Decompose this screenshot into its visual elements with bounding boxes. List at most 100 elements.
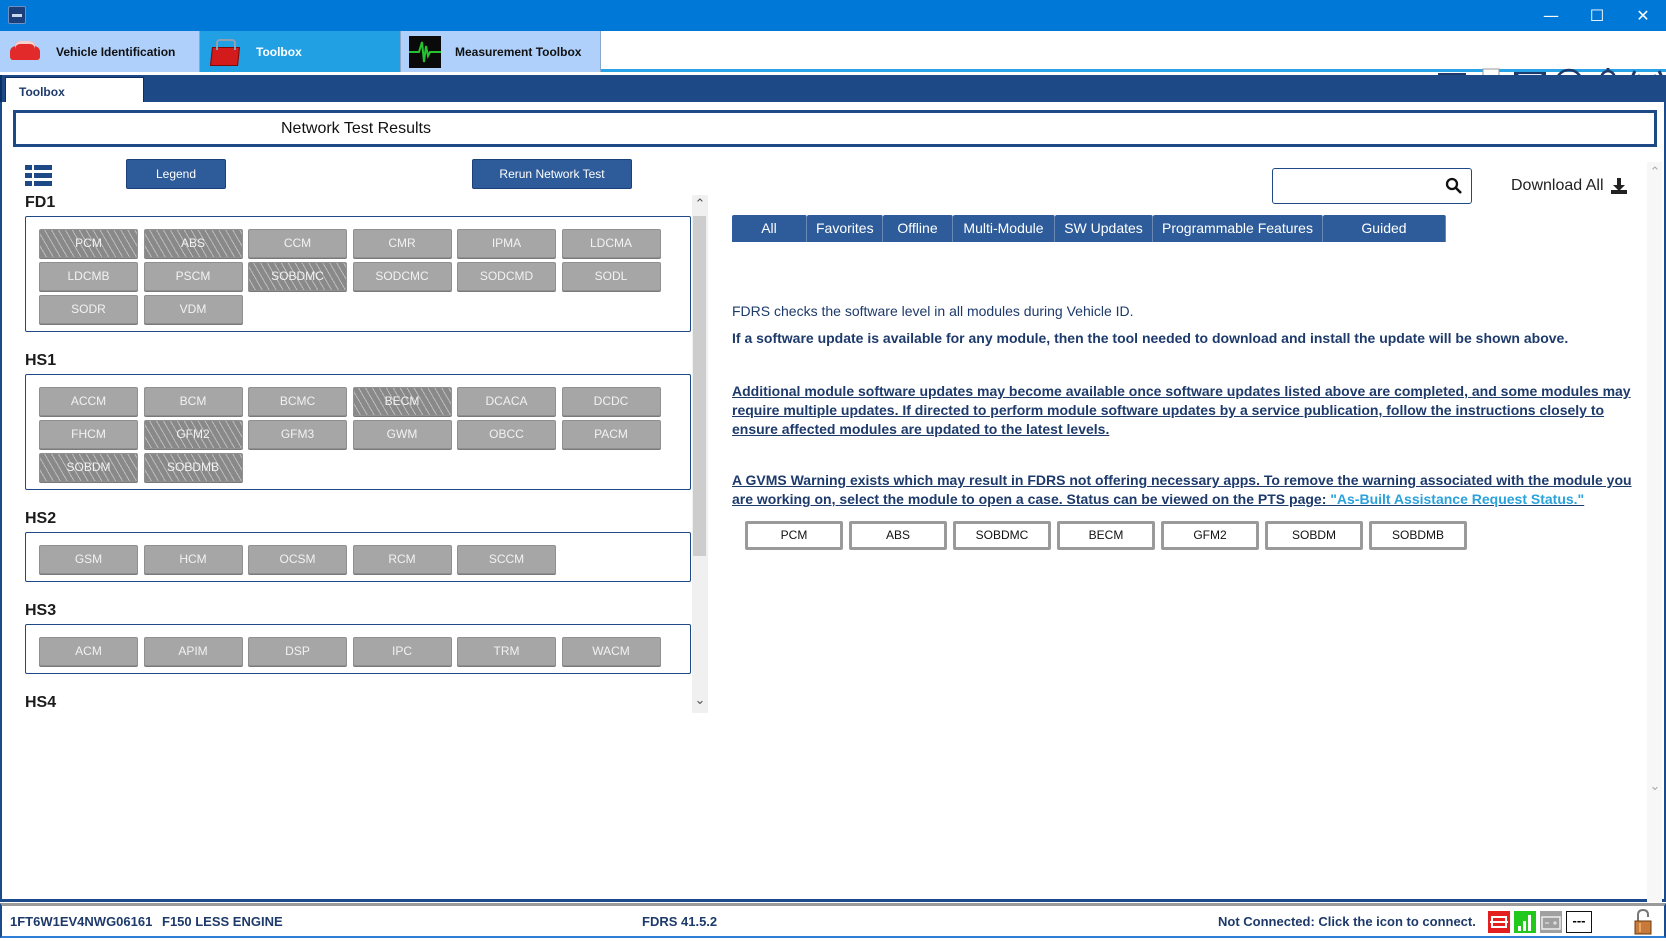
module-button-rcm[interactable]: RCM (352, 545, 452, 574)
tab-favorites[interactable]: Favorites (807, 215, 883, 242)
module-button-ipma[interactable]: IPMA (457, 229, 556, 258)
search-input[interactable] (1279, 175, 1439, 197)
module-button-dcaca[interactable]: DCACA (457, 387, 556, 416)
module-button-bcm[interactable]: BCM (143, 387, 243, 416)
module-button-becm[interactable]: BECM (352, 387, 452, 416)
scroll-up-arrow[interactable]: ⌃ (1647, 165, 1663, 181)
signal-icon (1514, 911, 1536, 933)
module-button-gfm2[interactable]: GFM2 (143, 420, 243, 449)
module-button-sobdmb[interactable]: SOBDMB (143, 453, 243, 482)
tab-programmable-features[interactable]: Programmable Features (1153, 215, 1323, 242)
module-button-dsp[interactable]: DSP (248, 637, 347, 666)
module-button-ldcmb[interactable]: LDCMB (39, 262, 138, 291)
category-tabs: All Favorites Offline Multi-Module SW Update… (732, 215, 1446, 263)
info-text: FDRS checks the software level in all mo… (732, 303, 1134, 319)
module-button-cmr[interactable]: CMR (352, 229, 452, 258)
tab-sw-updates[interactable]: SW Updates (1055, 215, 1153, 242)
module-button-gsm[interactable]: GSM (39, 545, 138, 574)
right-panel-scrollbar[interactable]: ⌃ ⌄ (1647, 162, 1662, 902)
module-button-trm[interactable]: TRM (457, 637, 556, 666)
scroll-down-arrow[interactable]: ⌄ (1647, 779, 1663, 795)
gvms-module-button-gfm2[interactable]: GFM2 (1161, 521, 1259, 550)
network-label-fd1: FD1 (25, 194, 56, 211)
download-all-button[interactable]: Download All (1511, 177, 1628, 195)
module-button-pcm[interactable]: PCM (39, 229, 138, 258)
module-button-dcdc[interactable]: DCDC (561, 387, 661, 416)
module-button-sobdm[interactable]: SOBDM (39, 453, 138, 482)
tab-measurement-toolbox[interactable]: Measurement Toolbox (401, 31, 601, 72)
module-button-ccm[interactable]: CCM (248, 229, 347, 258)
network-label-hs2: HS2 (25, 510, 57, 527)
scroll-thumb[interactable] (693, 216, 706, 556)
download-all-label: Download All (1511, 177, 1604, 194)
module-button-ipc[interactable]: IPC (352, 637, 452, 666)
gvms-module-button-abs[interactable]: ABS (849, 521, 947, 550)
minimize-button[interactable]: — (1528, 0, 1574, 31)
module-button-gwm[interactable]: GWM (352, 420, 452, 449)
lock-icon[interactable] (1632, 908, 1654, 936)
tab-multi-module[interactable]: Multi-Module (953, 215, 1055, 242)
additional-updates-link[interactable]: Additional module software updates may b… (732, 382, 1647, 439)
network-label-hs4: HS4 (25, 694, 57, 711)
module-button-sodl[interactable]: SODL (561, 262, 661, 291)
gvms-module-button-becm[interactable]: BECM (1057, 521, 1155, 550)
network-group-fd1: PCM ABS CCM CMR IPMA LDCMA LDCMB PSCM SOBDMC SODC… (25, 216, 691, 332)
network-label-hs1: HS1 (25, 352, 57, 369)
tab-offline[interactable]: Offline (883, 215, 953, 242)
search-field[interactable] (1272, 168, 1472, 204)
search-icon[interactable] (1445, 177, 1463, 195)
module-button-sodcmc[interactable]: SODCMC (352, 262, 452, 291)
module-button-gfm3[interactable]: GFM3 (248, 420, 347, 449)
module-button-pacm[interactable]: PACM (561, 420, 661, 449)
module-button-vdm[interactable]: VDM (143, 295, 243, 324)
scroll-up-arrow[interactable]: ⌃ (692, 197, 708, 213)
content-area: Network Test Results Legend Rerun Networ… (0, 102, 1666, 902)
module-button-bcmc[interactable]: BCMC (248, 387, 347, 416)
tab-vehicle-identification[interactable]: Vehicle Identification (0, 31, 200, 72)
module-button-sobdmc[interactable]: SOBDMC (248, 262, 347, 291)
vehicle-description: F150 LESS ENGINE (162, 914, 283, 929)
module-button-sccm[interactable]: SCCM (457, 545, 556, 574)
rerun-network-test-button[interactable]: Rerun Network Test (472, 159, 632, 189)
close-button[interactable]: ✕ (1620, 0, 1666, 31)
tab-guided-routines[interactable]: Guided Routines (1323, 215, 1446, 263)
module-button-abs[interactable]: ABS (143, 229, 243, 258)
gvms-module-button-sobdmb[interactable]: SOBDMB (1369, 521, 1467, 550)
fdrs-app-icon (8, 6, 26, 24)
gvms-module-button-pcm[interactable]: PCM (745, 521, 843, 550)
module-button-wacm[interactable]: WACM (561, 637, 661, 666)
module-button-sodr[interactable]: SODR (39, 295, 138, 324)
module-button-acm[interactable]: ACM (39, 637, 138, 666)
subtab-toolbox[interactable]: Toolbox (5, 77, 144, 102)
page-title: Network Test Results (281, 120, 431, 137)
tab-all[interactable]: All (732, 215, 807, 242)
module-button-obcc[interactable]: OBCC (457, 420, 556, 449)
legend-button[interactable]: Legend (126, 159, 226, 189)
vin: 1FT6W1EV4NWG06161 (10, 914, 153, 929)
module-button-apim[interactable]: APIM (143, 637, 243, 666)
module-button-hcm[interactable]: HCM (143, 545, 243, 574)
module-button-pscm[interactable]: PSCM (143, 262, 243, 291)
module-button-fhcm[interactable]: FHCM (39, 420, 138, 449)
scroll-down-arrow[interactable]: ⌄ (692, 693, 708, 709)
tab-toolbox[interactable]: Toolbox (200, 31, 401, 72)
as-built-status-link[interactable]: "As-Built Assistance Request Status." (1326, 491, 1584, 507)
module-button-sodcmd[interactable]: SODCMD (457, 262, 556, 291)
toolbox-icon (208, 37, 242, 67)
module-button-ocsm[interactable]: OCSM (248, 545, 347, 574)
info-text-bold: If a software update is available for an… (732, 330, 1569, 346)
gvms-module-button-sobdm[interactable]: SOBDM (1265, 521, 1363, 550)
network-group-hs3: ACM APIM DSP IPC TRM WACM (25, 624, 691, 674)
module-button-ldcma[interactable]: LDCMA (561, 229, 661, 258)
network-label-hs3: HS3 (25, 602, 57, 619)
vci-disconnected-icon[interactable] (1488, 911, 1510, 933)
network-group-hs2: GSM HCM OCSM RCM SCCM (25, 532, 691, 582)
module-button-accm[interactable]: ACCM (39, 387, 138, 416)
module-list-scrollbar[interactable]: ⌃ ⌄ (692, 195, 708, 713)
list-view-icon[interactable] (25, 165, 52, 187)
gvms-module-button-sobdmc[interactable]: SOBDMC (953, 521, 1051, 550)
title-bar: — ☐ ✕ (0, 0, 1666, 31)
gvms-warning-text[interactable]: A GVMS Warning exists which may result i… (732, 471, 1647, 509)
maximize-button[interactable]: ☐ (1574, 0, 1620, 31)
download-icon (1610, 178, 1627, 194)
